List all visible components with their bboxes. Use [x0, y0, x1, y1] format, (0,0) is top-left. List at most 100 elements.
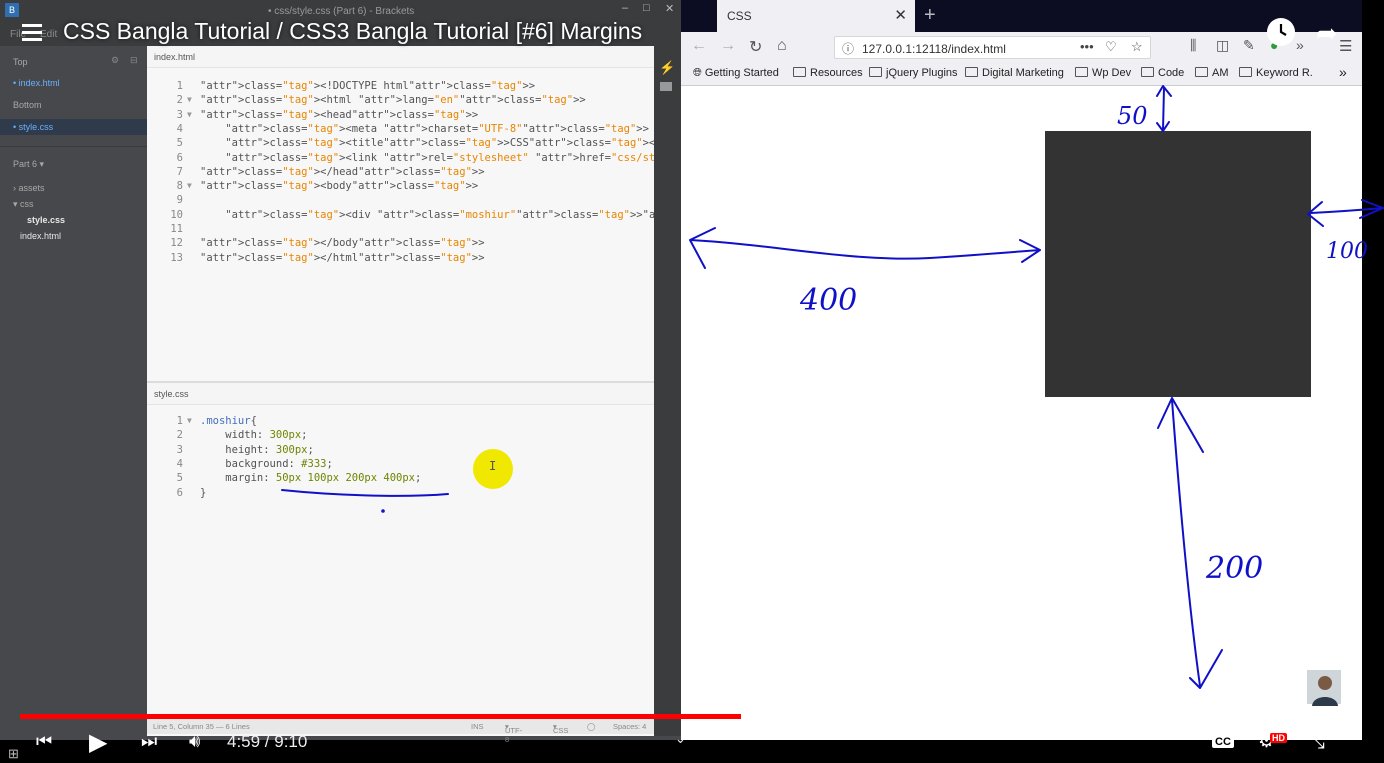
working-file-style-label: style.css — [18, 122, 54, 132]
line-number: 5 — [176, 472, 183, 485]
folder-icon — [793, 67, 806, 77]
tree-file-style[interactable]: style.css — [0, 212, 147, 228]
line-number: 4 — [176, 122, 183, 135]
working-file-index[interactable]: • index.html — [0, 75, 147, 91]
code-line[interactable]: 1 ▼ .moshiur{ — [147, 415, 654, 429]
forward-icon[interactable]: → — [720, 37, 736, 55]
top-pane-filename[interactable]: index.html — [147, 46, 654, 68]
previous-icon[interactable]: ⏮ — [36, 731, 52, 752]
video-player[interactable]: B • css/style.css (Part 6) - Brackets – … — [0, 0, 1384, 763]
bottom-pane-filename[interactable]: style.css — [147, 383, 654, 405]
code-line[interactable]: 4 background: #333; — [147, 458, 654, 472]
project-name[interactable]: Part 6 ▾ — [0, 156, 147, 172]
bookmark-resources[interactable]: Resources — [793, 67, 863, 79]
bookmark-getting-started[interactable]: 🌐︎ Getting Started — [693, 67, 779, 80]
folder-icon — [869, 67, 882, 77]
url-bar[interactable]: ⓘ 127.0.0.1:12118/index.html ••• ♡ ☆ — [834, 36, 1151, 59]
brackets-sidebar: Top ⚙ ⊟ • index.html Bottom • style.css … — [0, 46, 147, 740]
tree-folder-assets[interactable]: › assets — [0, 180, 147, 196]
code-text: background: #333; — [225, 457, 333, 470]
code-line[interactable]: 11 — [147, 223, 654, 237]
working-file-style[interactable]: • style.css — [0, 119, 147, 135]
new-tab-icon[interactable]: + — [924, 4, 936, 27]
volume-icon[interactable]: 🔊︎ — [189, 731, 200, 752]
home-icon[interactable]: ⌂ — [777, 37, 787, 55]
browser-tab[interactable]: CSS ✕ — [717, 0, 915, 32]
progress-bar[interactable] — [20, 714, 1343, 719]
bookmark-keyword[interactable]: Keyword R. — [1239, 67, 1313, 79]
maximize-icon[interactable]: □ — [643, 2, 650, 14]
more-bookmarks-icon[interactable]: » — [1339, 64, 1347, 80]
line-number: 13 — [170, 251, 183, 264]
windows-start-icon[interactable]: ⊞ — [8, 746, 19, 762]
code-line[interactable]: 6} — [147, 487, 654, 501]
fold-arrow-icon[interactable]: ▼ — [187, 416, 192, 425]
tree-folder-css[interactable]: ▾ css — [0, 196, 147, 212]
bookmark-am[interactable]: AM — [1195, 67, 1229, 79]
bookmark-code[interactable]: Code — [1141, 67, 1184, 79]
eyedropper-icon[interactable]: ✎ — [1243, 37, 1255, 54]
code-line[interactable]: 2 ▼ "attr">class="tag"><html "attr">lang="… — [147, 94, 654, 108]
code-text: "attr">class="tag"><head"attr">class="ta… — [200, 108, 479, 121]
close-icon[interactable]: ✕ — [665, 2, 674, 15]
fold-arrow-icon[interactable]: ▼ — [187, 95, 192, 104]
tab-close-icon[interactable]: ✕ — [894, 6, 907, 24]
folder-icon — [1195, 67, 1208, 77]
captions-button[interactable]: CC — [1212, 736, 1234, 748]
bookmark-label: Wp Dev — [1092, 67, 1132, 79]
menu-edit[interactable]: Edit — [40, 29, 57, 40]
code-line[interactable]: 5 "attr">class="tag"><title"attr">class=… — [147, 137, 820, 151]
hamburger-menu-icon[interactable]: ☰ — [1339, 37, 1352, 55]
code-line[interactable]: 5 margin: 50px 100px 200px 400px; — [147, 472, 654, 486]
code-line[interactable]: 1 "attr">class="tag"><!DOCTYPE html"attr"… — [147, 80, 654, 94]
code-line[interactable]: 8 ▼ "attr">class="tag"><body"attr">class="… — [147, 180, 654, 194]
share-icon[interactable]: ➦ — [1316, 18, 1338, 49]
channel-avatar[interactable] — [1306, 669, 1342, 706]
code-line[interactable]: 3 ▼ "attr">class="tag"><head"attr">class="… — [147, 109, 654, 123]
line-number: 2 — [176, 94, 183, 107]
code-line[interactable]: 12 "attr">class="tag"></body"attr">class=… — [147, 237, 654, 251]
info-icon[interactable]: ⓘ — [842, 40, 854, 57]
reload-icon[interactable]: ↻ — [749, 37, 762, 57]
page-content — [681, 86, 1362, 740]
tree-file-index[interactable]: index.html — [0, 228, 147, 244]
back-icon[interactable]: ← — [691, 37, 707, 55]
next-icon[interactable]: ⏭ — [141, 731, 157, 752]
exit-fullscreen-icon[interactable]: ⤡ — [1308, 730, 1325, 754]
progress-played — [20, 714, 742, 719]
pocket-icon[interactable]: ♡ — [1105, 39, 1117, 55]
brackets-app-icon: B — [5, 3, 19, 17]
bookmark-digital-marketing[interactable]: Digital Marketing — [965, 67, 1064, 79]
live-preview-icon[interactable]: ⚡ — [659, 60, 675, 76]
watch-later-icon[interactable] — [1267, 18, 1295, 46]
code-line[interactable]: 4 "attr">class="tag"><meta "attr">charse… — [147, 123, 654, 137]
code-line[interactable]: 2 width: 300px; — [147, 429, 654, 443]
code-line[interactable]: 7 "attr">class="tag"></head"attr">class="… — [147, 166, 654, 180]
extension-manager-icon[interactable] — [660, 82, 672, 91]
bookmark-jquery-plugins[interactable]: jQuery Plugins — [869, 67, 958, 79]
overflow-icon[interactable]: » — [1296, 37, 1304, 53]
code-line[interactable]: 13 "attr">class="tag"></html"attr">class=… — [147, 252, 654, 266]
line-number: 10 — [170, 208, 183, 221]
library-icon[interactable]: ⫼ — [1190, 37, 1196, 54]
play-icon[interactable]: ▶ — [89, 728, 107, 757]
code-line[interactable]: 10 "attr">class="tag"><div "attr">class=… — [147, 208, 921, 223]
line-number: 1 — [176, 80, 183, 92]
playlist-menu-icon[interactable] — [22, 24, 42, 42]
code-line[interactable]: 6 "attr">class="tag"><link "attr">rel="s… — [147, 152, 833, 166]
video-title[interactable]: CSS Bangla Tutorial / CSS3 Bangla Tutori… — [63, 18, 642, 45]
fold-arrow-icon[interactable]: ▼ — [187, 181, 192, 190]
split-view-icon[interactable]: ⊟ — [130, 55, 138, 66]
code-line[interactable]: 3 height: 300px; — [147, 444, 654, 458]
bookmark-label: Code — [1158, 67, 1185, 79]
code-line[interactable]: 9 — [147, 194, 654, 208]
page-actions-icon[interactable]: ••• — [1080, 39, 1094, 54]
folder-icon — [1075, 67, 1088, 77]
minimize-icon[interactable]: – — [622, 2, 628, 14]
chevron-down-icon[interactable]: ⌄ — [675, 731, 686, 747]
gear-icon[interactable]: ⚙ — [111, 55, 119, 66]
fold-arrow-icon[interactable]: ▼ — [187, 110, 192, 119]
bookmark-wp-dev[interactable]: Wp Dev — [1075, 67, 1131, 79]
sidebar-icon[interactable]: ◫ — [1216, 37, 1229, 54]
bookmark-star-icon[interactable]: ☆ — [1131, 39, 1143, 55]
